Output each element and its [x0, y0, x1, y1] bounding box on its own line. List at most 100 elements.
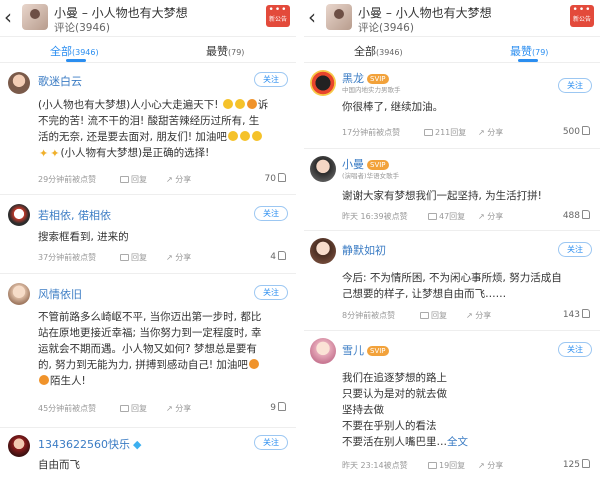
user-name[interactable]: 静默如初 [342, 242, 386, 258]
divider [304, 230, 600, 231]
divider [0, 273, 296, 274]
comment-meta: 29分钟前被点赞 回复 ↗ 分享 70 [38, 173, 292, 188]
comment-meta: 昨天 16:39被点赞 47回复 ↗ 分享 488 [342, 210, 596, 225]
announcement-badge[interactable]: ••• 新公告 [570, 5, 594, 27]
sparkle-icon: ✦ [50, 147, 60, 160]
thumbs-up-icon [582, 126, 590, 135]
header: ‹ 小曼 – 小人物也有大梦想 评论(3946) ••• 新公告 [0, 0, 296, 37]
screenshot-composite: ‹ 小曼 – 小人物也有大梦想 评论(3946) ••• 新公告 全部(3946… [0, 0, 600, 480]
reply-icon [420, 312, 429, 319]
tab-all[interactable]: 全部(3946) [354, 43, 403, 59]
tab-top[interactable]: 最赞(79) [206, 43, 244, 59]
avatar[interactable] [8, 72, 30, 94]
user-name[interactable]: 歌迷白云 [38, 73, 82, 89]
comment-count: 评论(3946) [358, 22, 414, 34]
reply-icon [424, 129, 433, 136]
thumbs-up-icon [582, 459, 590, 468]
thumbs-up-icon [278, 173, 286, 182]
avatar[interactable] [8, 435, 30, 457]
sparkle-icon: ✦ [39, 147, 49, 160]
verify-label: (演唱者)华语女歌手 [342, 172, 400, 180]
share-button[interactable]: ↗ 分享 [166, 252, 191, 263]
avatar[interactable] [310, 238, 336, 264]
comment-count: 评论(3946) [54, 22, 110, 34]
reply-button[interactable]: 19回复 [428, 460, 465, 471]
user-name[interactable]: 风情依旧 [38, 286, 82, 302]
reply-button[interactable]: 回复 [420, 310, 447, 321]
emoji-icon [234, 99, 245, 109]
like-button[interactable]: 143 [563, 309, 590, 320]
dots-icon: ••• [268, 5, 288, 15]
divider [304, 148, 600, 149]
expand-full-text-link[interactable]: 全文 [447, 436, 468, 448]
reply-icon [120, 254, 129, 261]
comment-text: 自由而飞 [38, 459, 80, 471]
share-button[interactable]: ↗ 分享 [478, 127, 503, 138]
comment-meta: 昨天 23:14被点赞 19回复 ↗ 分享 125 [342, 459, 596, 474]
comment-text: (小人物也有大梦想)人小心大走遍天下! 诉 不完的苦! 流不干的泪! 酸甜苦辣经… [38, 99, 269, 160]
verify-label: 中国内地实力男歌手 [342, 86, 401, 94]
tab-top[interactable]: 最赞(79) [510, 43, 548, 59]
tab-indicator [518, 59, 538, 62]
tab-bar: 全部(3946) 最赞(79) [0, 37, 296, 63]
divider [304, 330, 600, 331]
like-button[interactable]: 125 [563, 459, 590, 470]
tab-indicator [66, 59, 86, 62]
follow-button[interactable]: 关注 [254, 206, 288, 221]
reply-button[interactable]: 回复 [120, 174, 147, 185]
reply-button[interactable]: 回复 [120, 252, 147, 263]
avatar[interactable] [8, 204, 30, 226]
avatar[interactable] [310, 70, 336, 96]
back-icon[interactable]: ‹ [4, 6, 12, 28]
tab-all[interactable]: 全部(3946) [50, 43, 99, 59]
song-cover-avatar[interactable] [326, 4, 352, 30]
follow-button[interactable]: 关注 [254, 435, 288, 450]
back-icon[interactable]: ‹ [308, 6, 316, 28]
share-button[interactable]: ↗ 分享 [478, 460, 503, 471]
comment-text: 搜索框看到, 进来的 [38, 231, 129, 243]
reply-button[interactable]: 47回复 [428, 211, 465, 222]
thumbs-up-icon [227, 131, 238, 141]
thumbs-up-icon [251, 131, 262, 141]
comment-meta: 17分钟前被点赞 211回复 ↗ 分享 500 [342, 126, 596, 141]
panel-gap [296, 0, 304, 480]
comment-meta: 37分钟前被点赞 回复 ↗ 分享 4 [38, 251, 292, 266]
avatar[interactable] [310, 338, 336, 364]
reply-icon [120, 405, 129, 412]
user-name[interactable]: 1343622560快乐 ◆ [38, 436, 141, 452]
follow-button[interactable]: 关注 [558, 242, 592, 257]
reply-button[interactable]: 回复 [120, 403, 147, 414]
flex-emoji-icon [248, 359, 259, 369]
follow-button[interactable]: 关注 [558, 342, 592, 357]
avatar[interactable] [310, 156, 336, 182]
comment-meta: 8分钟前被点赞 回复 ↗ 分享 143 [342, 309, 596, 324]
song-cover-avatar[interactable] [22, 4, 48, 30]
share-button[interactable]: ↗ 分享 [478, 211, 503, 222]
like-button[interactable]: 488 [563, 210, 590, 221]
divider [0, 427, 296, 428]
emoji-icon [246, 99, 257, 109]
song-title: 小曼 – 小人物也有大梦想 [54, 6, 188, 20]
share-button[interactable]: ↗ 分享 [166, 174, 191, 185]
user-name[interactable]: 若相依, 偌相依 [38, 207, 111, 223]
comment-meta: 45分钟前被点赞 回复 ↗ 分享 9 [38, 402, 292, 417]
tab-bar: 全部(3946) 最赞(79) [304, 37, 600, 63]
follow-button[interactable]: 关注 [254, 285, 288, 300]
share-button[interactable]: ↗ 分享 [166, 403, 191, 414]
like-button[interactable]: 500 [563, 126, 590, 137]
announcement-badge[interactable]: ••• 新公告 [266, 5, 290, 27]
reply-button[interactable]: 211回复 [424, 127, 466, 138]
comment-text: 我们在追逐梦想的路上 只要认为是对的就去做 坚持去做 不要在乎别人的看法 不要活… [342, 372, 468, 448]
reply-icon [428, 462, 437, 469]
follow-button[interactable]: 关注 [254, 72, 288, 87]
share-button[interactable]: ↗ 分享 [466, 310, 491, 321]
avatar[interactable] [8, 283, 30, 305]
reply-icon [120, 176, 129, 183]
like-button[interactable]: 70 [265, 173, 286, 184]
diamond-icon: ◆ [133, 438, 142, 451]
like-button[interactable]: 9 [270, 402, 286, 413]
follow-button[interactable]: 关注 [558, 78, 592, 93]
user-name[interactable]: 雪儿 SVIP [342, 342, 389, 358]
song-title: 小曼 – 小人物也有大梦想 [358, 6, 492, 20]
like-button[interactable]: 4 [270, 251, 286, 262]
